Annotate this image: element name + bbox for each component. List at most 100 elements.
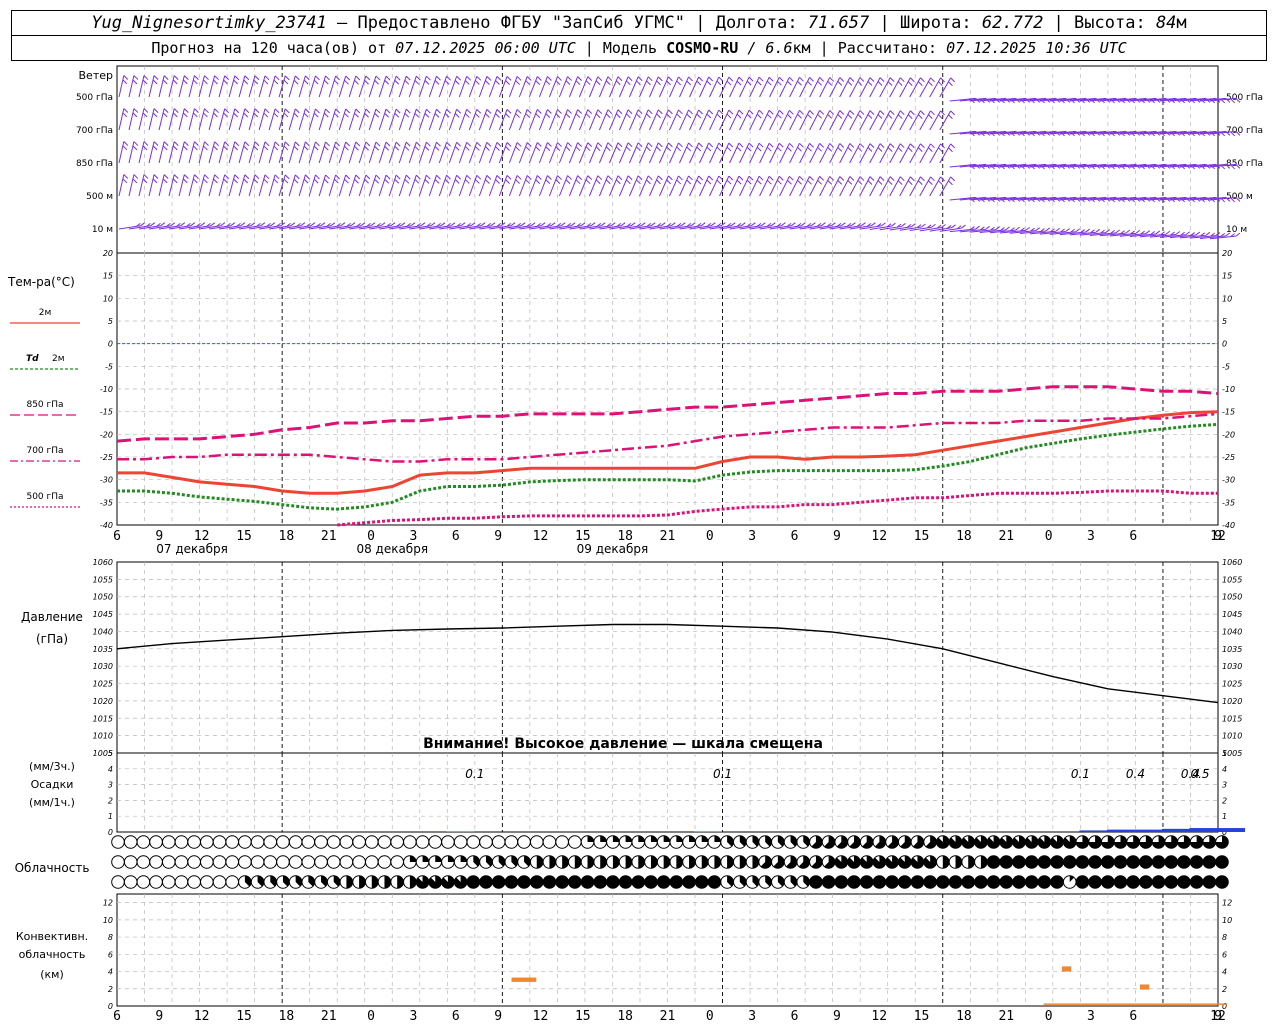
cloud-circle: [314, 835, 328, 849]
time-tick-label: 6: [113, 1009, 121, 1024]
cloud-circle: [314, 855, 328, 869]
precip-title: Осадки: [31, 778, 74, 791]
wind-barb: [458, 75, 472, 98]
time-tick-label: 9: [155, 1009, 163, 1024]
wind-barb: [408, 174, 421, 197]
time-axis-bottom: 6 9 12 15 18 21 0 3 6 9 12 15 18 21 0 3 6 9 12 15 18 21 0 3 6 912: [113, 1009, 1226, 1024]
cloud-fill: [714, 855, 721, 869]
precip-bars: [446, 828, 1246, 832]
cloud-fill: [663, 835, 670, 842]
y-tick-label-right: 0: [1222, 340, 1227, 349]
cloud-fill: [961, 875, 975, 889]
cloud-circle: [276, 835, 290, 849]
time-tick-label: 18: [956, 1009, 972, 1024]
cloud-fill: [409, 875, 417, 889]
wind-barb: [128, 222, 156, 230]
cloud-circle: [466, 835, 481, 849]
wind-barb: [478, 75, 492, 98]
cloud-fill: [612, 835, 620, 842]
precip-bar: [1134, 829, 1163, 832]
time-tick-label: 18: [617, 1009, 633, 1024]
cloud-fill: [701, 835, 709, 842]
wind-barb: [178, 174, 189, 197]
wind-barb: [508, 76, 522, 98]
y-tick-label-right: -35: [1222, 498, 1235, 507]
cloud-circle: [441, 835, 455, 849]
time-tick-label: 6: [1129, 1009, 1137, 1024]
wind-barb: [238, 141, 250, 164]
wind-barb: [358, 141, 371, 164]
cloud-fill: [1152, 875, 1165, 889]
wind-barb: [258, 75, 270, 98]
y-tick-label-left: 4: [108, 968, 113, 977]
wind-barb: [538, 142, 552, 164]
wind-barb: [448, 174, 462, 197]
cloud-fill: [1088, 855, 1102, 869]
wind-barb: [128, 75, 139, 98]
wind-barb: [268, 75, 280, 98]
wind-barb: [188, 174, 199, 197]
wind-barb: [178, 141, 189, 164]
cloud-circle: [415, 835, 430, 849]
y-tick-label-left: 1045: [93, 610, 113, 619]
wind-barb: [188, 75, 199, 98]
cloud-circle: [161, 855, 176, 869]
precip-labels: (мм/3ч.) Осадки (мм/1ч.): [29, 760, 75, 809]
cloud-fill: [644, 875, 658, 889]
wind-barb: [258, 108, 270, 131]
cloud-fill: [1038, 855, 1051, 869]
convective-bars: [511, 966, 1228, 1005]
convective-bar: [511, 977, 537, 982]
wind-barb: [408, 141, 421, 164]
cloud-fill: [1177, 875, 1191, 889]
y-tick-label-right: -15: [1222, 408, 1235, 417]
cloud-circle: [339, 855, 354, 869]
cloud-fill: [727, 855, 734, 869]
cloud-circle: [377, 855, 392, 869]
wind-barb: [238, 75, 250, 98]
wind-barb: [418, 174, 431, 197]
cloud-circle: [390, 855, 404, 869]
y-tick-label-right: -10: [1222, 385, 1235, 394]
wind-barb: [508, 142, 522, 164]
cloud-fill: [1114, 855, 1127, 869]
cloud-fill: [657, 875, 670, 889]
wind-barb: [448, 141, 462, 164]
time-tick-label: 6: [791, 1009, 799, 1024]
wind-barb: [338, 108, 351, 131]
wind-barb: [298, 75, 310, 98]
cloud-circle: [301, 835, 316, 849]
wind-barb: [478, 108, 492, 131]
y-tick-label-left: -30: [100, 476, 113, 485]
wind-level-label: 850 гПа: [76, 159, 113, 169]
wind-barb: [288, 174, 300, 197]
y-tick-label-right: 3: [1222, 781, 1227, 790]
y-tick-label-right: 1025: [1222, 680, 1242, 689]
legend-label: 2м: [39, 308, 52, 318]
y-tick-label-right: 15: [1222, 272, 1232, 281]
cloud-circle: [529, 835, 544, 849]
time-tick-label: 15: [236, 1009, 252, 1024]
cloud-circle: [250, 835, 265, 849]
wind-barb: [308, 141, 320, 164]
wind-barb: [418, 75, 431, 98]
cloud-circle: [149, 855, 163, 869]
cloud-fill: [581, 875, 594, 889]
cloud-circle: [161, 875, 176, 889]
cloud-fill: [708, 875, 721, 889]
wind-barb: [138, 141, 149, 164]
wind-barb: [168, 174, 179, 197]
wind-barb: [478, 141, 492, 164]
cloud-fill: [911, 875, 924, 889]
wind-barb: [418, 108, 431, 131]
precip-bar: [1161, 828, 1190, 832]
y-tick-label-right: 1035: [1222, 645, 1242, 654]
cloud-fill: [1164, 875, 1178, 889]
wind-barb: [248, 141, 260, 164]
wind-barb: [118, 75, 129, 98]
cloud-circle: [174, 835, 189, 849]
wind-barb: [518, 175, 532, 197]
cloud-circle: [136, 855, 151, 869]
wind-barb: [518, 76, 532, 98]
wind-barb: [899, 110, 915, 131]
